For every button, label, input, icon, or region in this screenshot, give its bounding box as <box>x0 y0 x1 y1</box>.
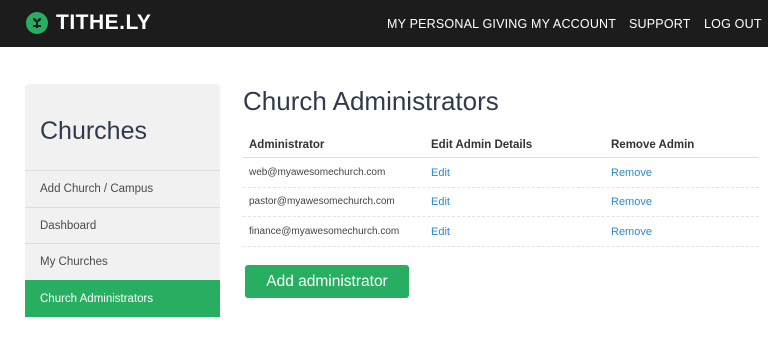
remove-admin-link[interactable]: Remove <box>611 167 652 179</box>
admin-email: web@myawesomechurch.com <box>249 167 386 178</box>
sidebar-item-my-churches[interactable]: My Churches <box>25 243 220 280</box>
sidebar-item-church-administrators[interactable]: Church Administrators <box>25 280 220 317</box>
edit-admin-link[interactable]: Edit <box>431 196 450 208</box>
sidebar-title: Churches <box>40 117 147 145</box>
admin-email: finance@myawesomechurch.com <box>249 226 400 237</box>
nav-log-out[interactable]: LOG OUT <box>704 0 762 47</box>
row-divider <box>243 216 759 217</box>
sidebar-item-dashboard[interactable]: Dashboard <box>25 207 220 244</box>
table-header-divider <box>243 157 759 158</box>
row-divider <box>243 246 759 247</box>
brand-name: TITHE.LY <box>56 11 152 34</box>
row-divider <box>243 187 759 188</box>
page-title: Church Administrators <box>243 86 499 116</box>
add-administrator-button[interactable]: Add administrator <box>245 265 409 298</box>
top-navigation-bar: TITHE.LY MY PERSONAL GIVING MY ACCOUNT S… <box>0 0 768 47</box>
admin-email: pastor@myawesomechurch.com <box>249 196 395 207</box>
edit-admin-link[interactable]: Edit <box>431 226 450 238</box>
sidebar: Churches Add Church / Campus Dashboard M… <box>25 84 220 317</box>
sidebar-item-add-church-campus[interactable]: Add Church / Campus <box>25 170 220 207</box>
column-header-edit-admin-details: Edit Admin Details <box>431 139 533 151</box>
edit-admin-link[interactable]: Edit <box>431 167 450 179</box>
brand-logo[interactable]: TITHE.LY <box>26 11 151 35</box>
column-header-remove-admin: Remove Admin <box>611 139 695 151</box>
nav-support[interactable]: SUPPORT <box>629 0 691 47</box>
nav-my-account[interactable]: MY ACCOUNT <box>531 0 616 47</box>
tithely-logo-icon <box>26 12 48 34</box>
remove-admin-link[interactable]: Remove <box>611 196 652 208</box>
remove-admin-link[interactable]: Remove <box>611 226 652 238</box>
nav-my-personal-giving[interactable]: MY PERSONAL GIVING <box>387 0 527 47</box>
column-header-administrator: Administrator <box>249 139 325 151</box>
